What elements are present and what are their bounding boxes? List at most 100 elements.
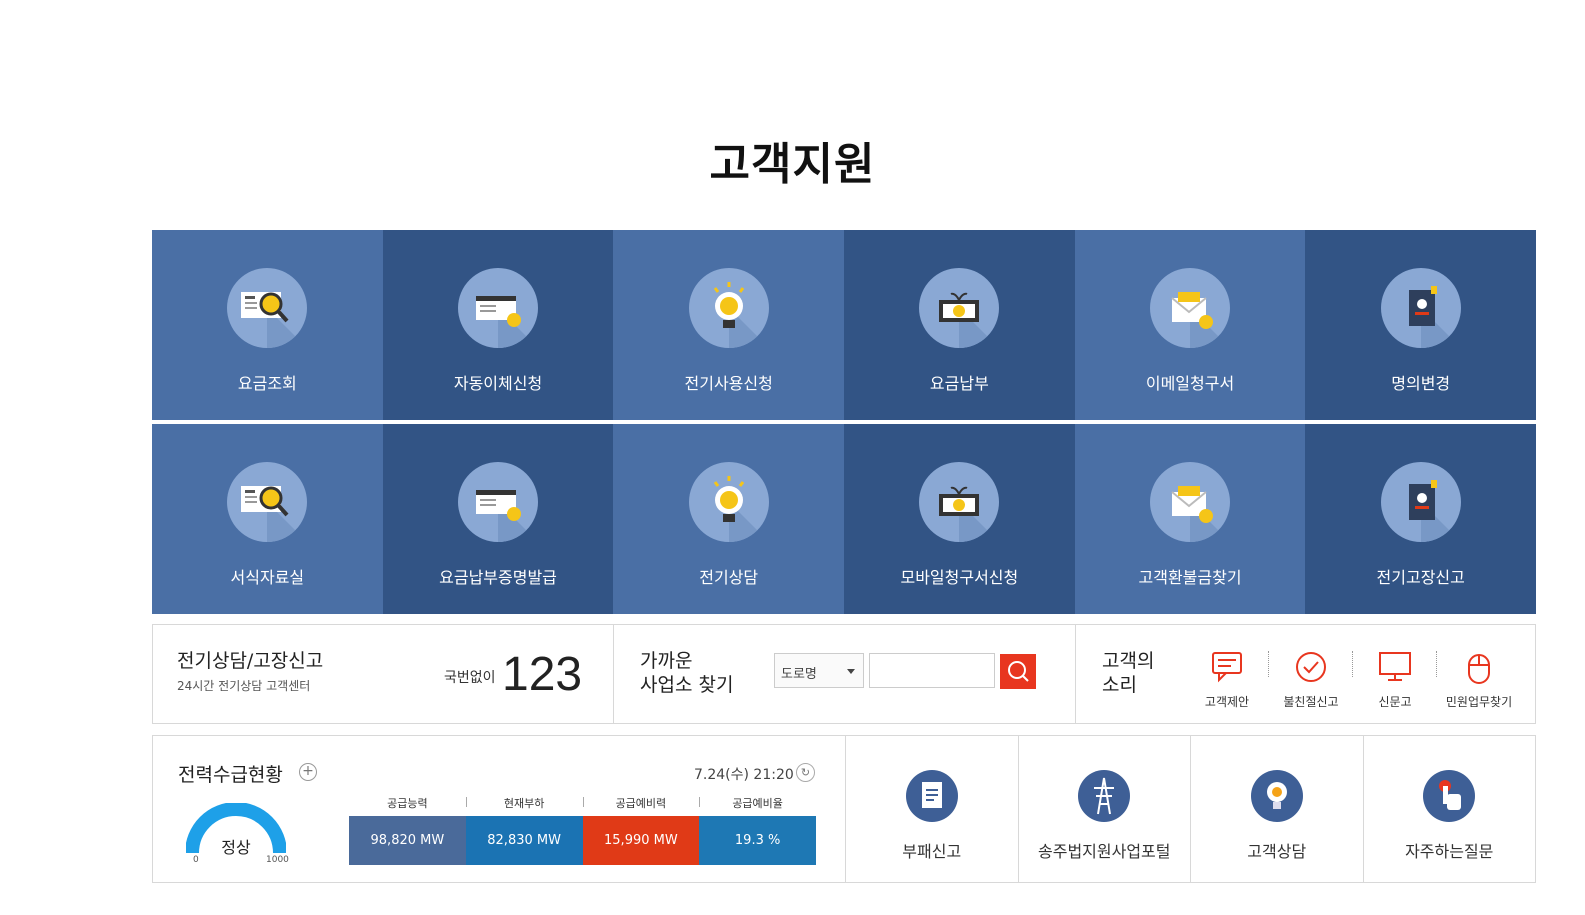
power-values: 98,820 MW 82,830 MW 15,990 MW 19.3 % (349, 816, 816, 865)
power-status-title: 전력수급현황 (178, 764, 283, 786)
voice-item-label: 민원업무찾기 (1445, 695, 1513, 709)
tile-payment-certificate[interactable]: 요금납부증명발급 (382, 424, 614, 614)
tile-fault-report[interactable]: 전기고장신고 (1305, 424, 1537, 614)
divider (1436, 651, 1437, 677)
tile-label: 전기상담 (699, 568, 759, 587)
value-reserve-power: 15,990 MW (582, 816, 700, 865)
chevron-down-icon (847, 669, 855, 674)
tile-label: 요금조회 (237, 374, 297, 393)
voice-title: 고객의 소리 (1102, 649, 1154, 697)
plus-icon[interactable]: + (299, 763, 317, 781)
refresh-icon[interactable]: ↻ (796, 763, 815, 782)
divider (1268, 651, 1269, 677)
voice-item-civil-search[interactable]: 민원업무찾기 (1439, 649, 1519, 710)
power-status-panel: 전력수급현황 + 7.24(수) 21:20 ↻ 정상 0 1000 공급능력 … (153, 736, 845, 882)
tile-name-change[interactable]: 명의변경 (1305, 230, 1537, 420)
power-status-time: 7.24(수) 21:20 (694, 767, 794, 783)
auto-transfer-icon (458, 268, 538, 348)
transmission-tower-icon (1078, 770, 1131, 822)
speech-bubble-icon (1212, 652, 1242, 683)
gauge-min: 0 (193, 855, 199, 865)
tile-email-bill[interactable]: 이메일청구서 (1074, 230, 1306, 420)
tile-label: 전기사용신청 (684, 374, 773, 393)
quick-link-transmission-portal[interactable]: 송주법지원사업포털 (1017, 736, 1191, 882)
info-row: 전기상담/고장신고 24시간 전기상담 고객센터 국번없이 123 가까운 사업… (152, 624, 1536, 724)
voice-item-unkindness[interactable]: 불친절신고 (1271, 649, 1351, 710)
bottom-row: 전력수급현황 + 7.24(수) 21:20 ↻ 정상 0 1000 공급능력 … (152, 735, 1536, 883)
value-supply-capacity: 98,820 MW (349, 816, 466, 865)
voice-item-label: 불친절신고 (1283, 695, 1339, 709)
tile-label: 요금납부 (929, 374, 989, 393)
quick-link-label: 부패신고 (902, 842, 962, 861)
service-grid-row2: 서식자료실 요금납부증명발급 전기상담 모바일청구서신청 고객환불금찾기 전기고… (152, 424, 1537, 614)
quick-link-label: 고객상담 (1247, 842, 1307, 861)
tile-auto-transfer[interactable]: 자동이체신청 (382, 230, 614, 420)
bill-search-icon (227, 268, 308, 348)
tile-label: 모바일청구서신청 (900, 568, 1019, 587)
tile-label: 명의변경 (1391, 374, 1451, 393)
find-office-panel: 가까운 사업소 찾기 도로명 (613, 625, 1075, 723)
header-reserve-power: 공급예비력 (582, 795, 700, 811)
voice-item-label: 신문고 (1378, 695, 1412, 709)
quick-link-label: 자주하는질문 (1405, 842, 1494, 861)
voice-title-line1: 고객의 (1102, 650, 1155, 672)
email-bill-icon (1150, 268, 1231, 348)
header-current-load: 현재부하 (465, 795, 583, 811)
value-current-load: 82,830 MW (465, 816, 583, 865)
header-supply-capacity: 공급능력 (387, 797, 428, 810)
tile-bill-inquiry[interactable]: 요금조회 (152, 230, 383, 420)
find-office-title-line1: 가까운 (640, 650, 693, 672)
passport-icon (1380, 268, 1461, 348)
tile-form-library[interactable]: 서식자료실 (152, 424, 383, 614)
address-type-select[interactable]: 도로명 (774, 653, 864, 688)
page-title: 고객지원 (709, 139, 876, 190)
find-office-title-line2: 사업소 찾기 (640, 674, 734, 696)
tile-refund-search[interactable]: 고객환불금찾기 (1074, 424, 1306, 614)
search-button[interactable] (1000, 654, 1036, 689)
tile-label: 고객환불금찾기 (1138, 568, 1242, 587)
tile-label: 요금납부증명발급 (439, 568, 557, 587)
header-reserve-rate: 공급예비율 (699, 795, 816, 811)
customer-voice-panel: 고객의 소리 고객제안 불친절신고 신문고 민원업무찾기 (1075, 625, 1535, 723)
voice-item-sinmungo[interactable]: 신문고 (1355, 649, 1435, 710)
quick-link-corruption-report[interactable]: 부패신고 (845, 736, 1018, 882)
tile-label: 자동이체신청 (453, 374, 543, 393)
tile-label: 서식자료실 (230, 568, 305, 587)
select-value: 도로명 (781, 667, 817, 682)
quick-link-customer-consult[interactable]: 고객상담 (1190, 736, 1363, 882)
power-headers: 공급능력 현재부하 공급예비력 공급예비율 (349, 795, 816, 811)
quick-link-faq[interactable]: 자주하는질문 (1362, 736, 1536, 882)
payment-icon (919, 462, 1000, 542)
gauge-max: 1000 (266, 855, 289, 865)
tile-bill-payment[interactable]: 요금납부 (844, 230, 1075, 420)
consult-subtitle: 24시간 전기상담 고객센터 (177, 679, 311, 693)
voice-item-label: 고객제안 (1204, 695, 1250, 709)
payment-icon (919, 268, 1000, 348)
tile-mobile-bill[interactable]: 모바일청구서신청 (844, 424, 1075, 614)
hotline-number[interactable]: 123 (502, 647, 582, 702)
auto-transfer-icon (458, 462, 538, 542)
lightbulb-won-icon (688, 268, 769, 348)
check-circle-icon (1296, 652, 1326, 682)
hotline-prefix: 국번없이 (444, 670, 496, 686)
hand-pointer-icon (1423, 770, 1476, 822)
tile-electric-consult[interactable]: 전기상담 (613, 424, 845, 614)
mouse-icon (1468, 654, 1490, 684)
tile-electric-use[interactable]: 전기사용신청 (613, 230, 845, 420)
voice-item-suggestion[interactable]: 고객제안 (1187, 649, 1267, 710)
lightbulb-won-icon (688, 462, 769, 542)
office-search-input[interactable] (869, 653, 995, 688)
bill-search-icon (227, 462, 308, 542)
divider (1352, 651, 1353, 677)
value-reserve-rate: 19.3 % (699, 816, 816, 865)
email-bill-icon (1150, 462, 1231, 542)
document-icon (905, 770, 958, 822)
passport-icon (1380, 462, 1461, 542)
quick-link-label: 송주법지원사업포털 (1038, 842, 1171, 861)
tile-label: 전기고장신고 (1376, 568, 1465, 587)
monitor-icon (1379, 652, 1411, 681)
consult-title: 전기상담/고장신고 (177, 650, 324, 672)
find-office-title: 가까운 사업소 찾기 (640, 649, 733, 697)
consult-panel: 전기상담/고장신고 24시간 전기상담 고객센터 국번없이 123 (153, 625, 613, 723)
lightbulb-icon (1250, 770, 1303, 822)
